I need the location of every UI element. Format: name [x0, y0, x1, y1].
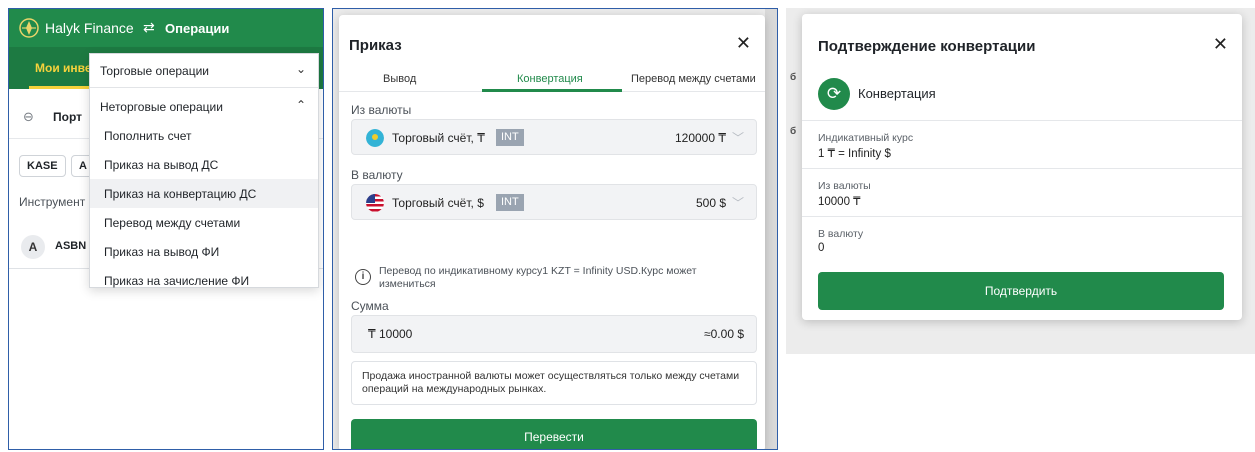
- from-value: 10000 ₸: [818, 196, 861, 208]
- order-screen: Приказ ✕ Вывод Конвертация Перевод между…: [332, 8, 778, 450]
- dropdown-separator: [90, 87, 318, 88]
- instrument-avatar: A: [21, 235, 45, 259]
- from-account: Торговый счёт, ₸: [392, 131, 485, 145]
- brand-name: Halyk Finance: [45, 20, 134, 36]
- int-badge: INT: [496, 194, 524, 211]
- dropdown-item[interactable]: Приказ на вывод ФИ: [90, 237, 318, 266]
- dropdown-item[interactable]: Приказ на зачисление ФИ: [90, 266, 318, 295]
- from-currency-label: Из валюты: [351, 103, 412, 117]
- background-fragment: б: [790, 126, 797, 137]
- close-icon[interactable]: ✕: [1213, 34, 1228, 55]
- to-value: 0: [818, 242, 825, 254]
- background-strip: [765, 9, 777, 449]
- modal-title: Приказ: [349, 37, 402, 54]
- dropdown-nontrade-ops[interactable]: Неторговые операции ⌃: [90, 92, 318, 121]
- from-amount: 120000 ₸: [674, 131, 726, 145]
- dropdown-item[interactable]: Перевод между счетами: [90, 208, 318, 237]
- chevron-down-icon: ﹀: [731, 196, 744, 210]
- nav-operations[interactable]: Операции: [165, 21, 229, 36]
- amount-input[interactable]: ₸ 10000 ≈0.00 $: [351, 315, 757, 353]
- dropdown-trade-ops[interactable]: Торговые операции ⌄: [90, 56, 318, 85]
- active-tab-indicator: [29, 86, 93, 89]
- chevron-up-icon: ⌃: [295, 98, 306, 112]
- int-badge: INT: [496, 129, 524, 146]
- converted-amount: ≈0.00 $: [704, 327, 744, 341]
- us-flag-icon: [366, 194, 384, 212]
- to-label: В валюту: [818, 228, 864, 240]
- rate-value: 1 ₸ = Infinity $: [818, 148, 891, 160]
- to-currency-label: В валюту: [351, 168, 403, 182]
- dropdown-item-label: Приказ на вывод ДС: [104, 158, 219, 172]
- close-icon[interactable]: ✕: [736, 33, 751, 54]
- rate-label: Индикативный курс: [818, 132, 914, 144]
- dropdown-item-label: Приказ на конвертацию ДС: [104, 187, 257, 201]
- tab-conversion[interactable]: Конвертация: [517, 73, 583, 85]
- chevron-down-icon: ﹀: [731, 131, 744, 145]
- investments-screen: Halyk Finance ⇄ Операции Мои инве ⊖ Порт…: [8, 8, 324, 450]
- to-amount: 500 $: [695, 196, 726, 210]
- order-modal: Приказ ✕ Вывод Конвертация Перевод между…: [339, 15, 765, 449]
- trade-ops-label: Торговые операции: [100, 64, 210, 78]
- swap-arrows-icon: ⇄: [143, 19, 155, 35]
- confirm-screen: б б Подтверждение конвертации ✕ ⟳ Конвер…: [786, 8, 1255, 354]
- dropdown-item-label: Приказ на вывод ФИ: [104, 245, 220, 259]
- amount-value: ₸ 10000: [368, 327, 413, 341]
- from-currency-select[interactable]: Торговый счёт, ₸ INT 120000 ₸ ﹀: [351, 119, 757, 155]
- fx-note: Продажа иностранной валюты может осущест…: [351, 361, 757, 405]
- divider: [802, 168, 1242, 169]
- tab-transfer[interactable]: Перевод между счетами: [631, 73, 756, 85]
- dropdown-item-label: Приказ на зачисление ФИ: [104, 274, 250, 288]
- tab-withdraw[interactable]: Вывод: [383, 73, 416, 85]
- portfolio-label[interactable]: Порт: [53, 110, 82, 124]
- from-label: Из валюты: [818, 180, 871, 192]
- operations-dropdown: Торговые операции ⌄ Неторговые операции …: [89, 53, 319, 288]
- kz-flag-icon: [366, 129, 384, 147]
- refresh-icon: ⟳: [818, 78, 850, 110]
- tab-my-investments[interactable]: Мои инве: [35, 61, 92, 75]
- dropdown-item[interactable]: Приказ на вывод ДС: [90, 150, 318, 179]
- dropdown-item-label: Пополнить счет: [104, 129, 192, 143]
- rate-info: Перевод по индикативному курсу1 KZT = In…: [379, 265, 697, 290]
- chevron-down-icon: ⌄: [295, 62, 306, 76]
- amount-label: Сумма: [351, 299, 389, 313]
- divider: [802, 120, 1242, 121]
- dropdown-item-highlighted[interactable]: Приказ на конвертацию ДС: [90, 179, 318, 208]
- operation-type: Конвертация: [858, 86, 936, 101]
- info-icon: i: [355, 269, 371, 285]
- dropdown-item-label: Перевод между счетами: [104, 216, 241, 230]
- halyk-logo-icon: [19, 18, 39, 38]
- chip-kase[interactable]: KASE: [19, 155, 66, 177]
- confirm-button[interactable]: Подтвердить: [818, 272, 1224, 310]
- to-currency-select[interactable]: Торговый счёт, $ INT 500 $ ﹀: [351, 184, 757, 220]
- dropdown-item[interactable]: Пополнить счет: [90, 121, 318, 150]
- modal-title: Подтверждение конвертации: [818, 38, 1036, 55]
- instrument-ticker[interactable]: ASBN: [55, 240, 86, 252]
- to-account: Торговый счёт, $: [392, 196, 484, 210]
- instruments-label: Инструмент: [19, 195, 86, 209]
- active-tab-indicator: [482, 89, 622, 92]
- nontrade-ops-label: Неторговые операции: [100, 100, 223, 114]
- transfer-button[interactable]: Перевести: [351, 419, 757, 449]
- background-fragment: б: [790, 72, 797, 83]
- link-icon[interactable]: ⊖: [23, 109, 34, 125]
- divider: [802, 216, 1242, 217]
- confirm-modal: Подтверждение конвертации ✕ ⟳ Конвертаци…: [802, 14, 1242, 320]
